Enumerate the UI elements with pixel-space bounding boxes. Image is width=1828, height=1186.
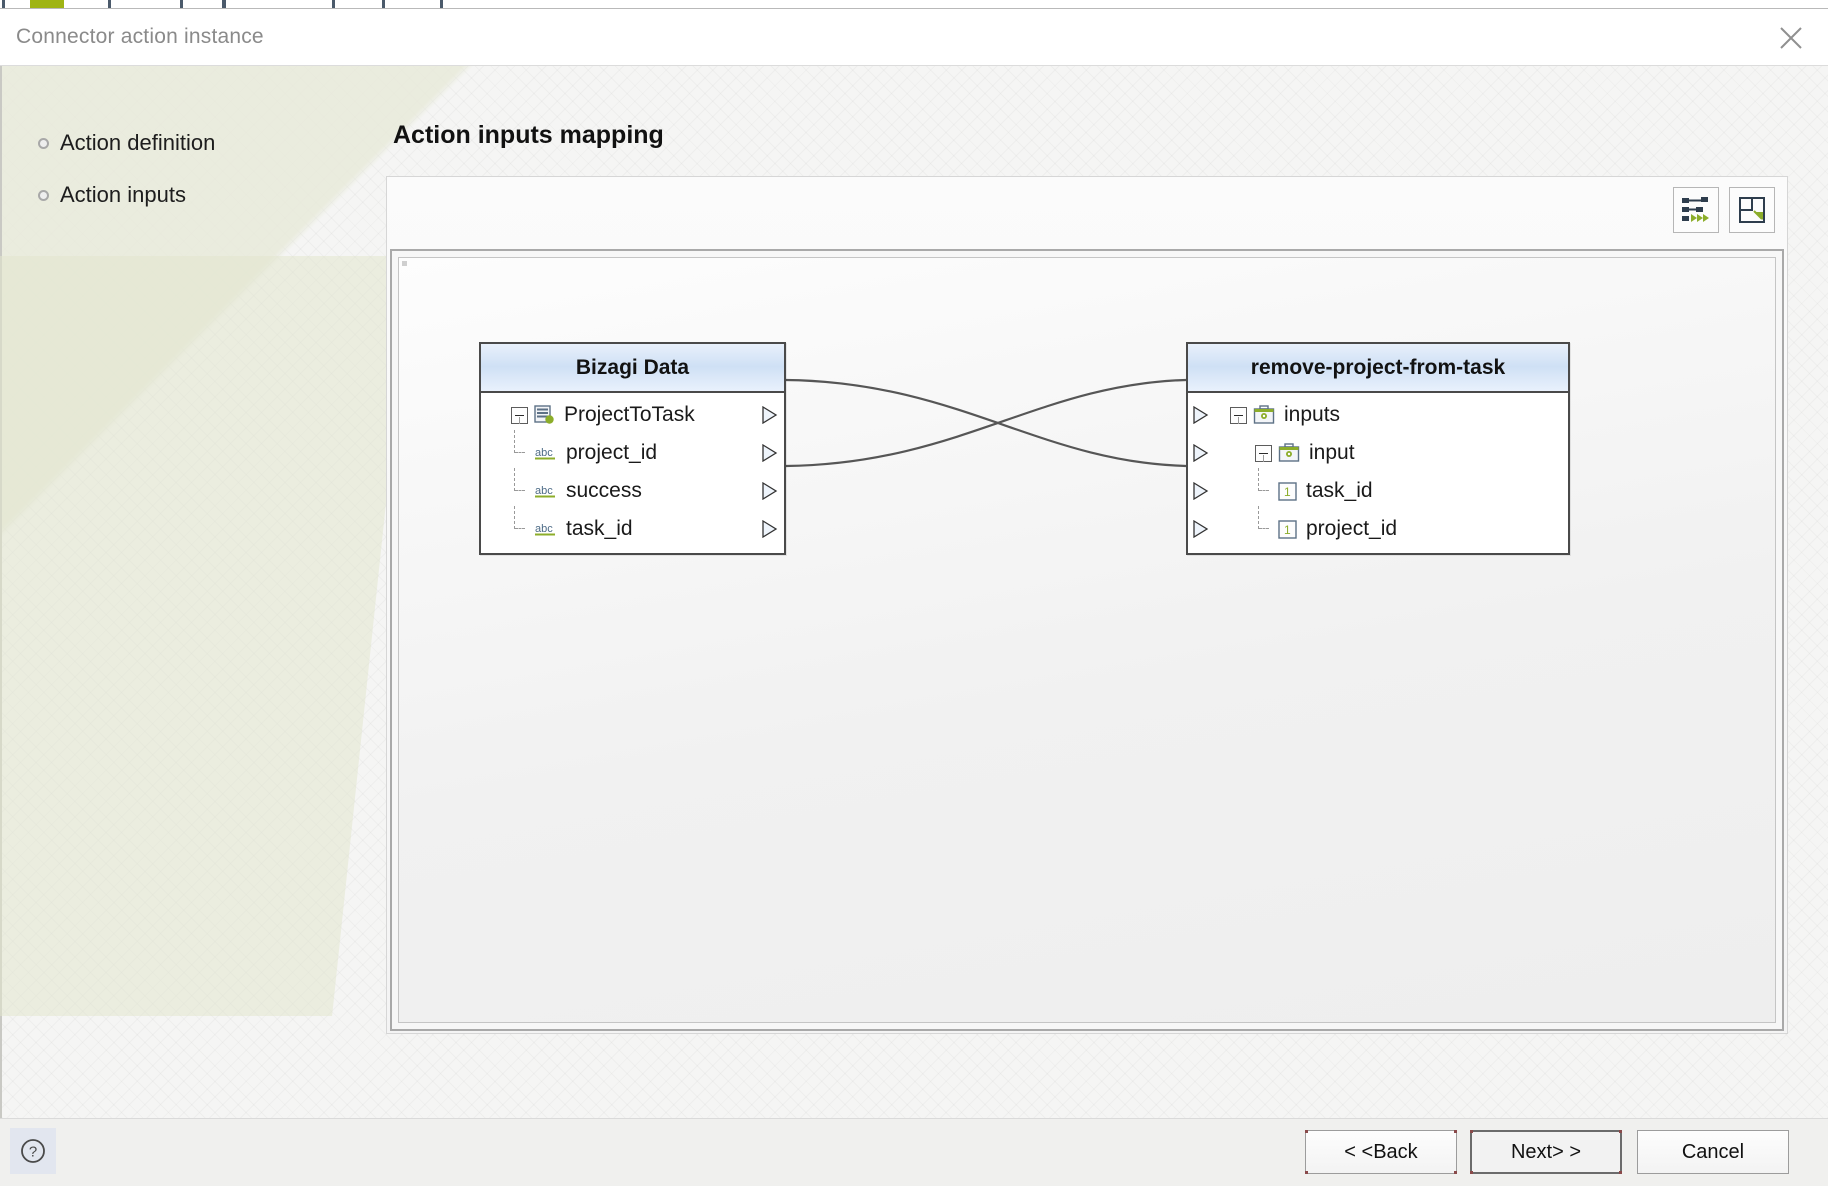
- number-1-icon: 1: [1278, 481, 1297, 501]
- tree-row-inputs[interactable]: inputs: [1188, 396, 1568, 434]
- tree-row-project-id[interactable]: abc project_id: [481, 430, 784, 472]
- briefcase-icon: [1253, 405, 1275, 425]
- help-icon: ?: [21, 1139, 45, 1163]
- next-button[interactable]: Next> >: [1470, 1130, 1622, 1174]
- source-port-success[interactable]: [761, 482, 778, 500]
- target-box-title: remove-project-from-task: [1188, 344, 1568, 393]
- dialog-footer: ? < <Back Next> > Cancel: [0, 1118, 1828, 1186]
- link-project-id: [785, 378, 1187, 468]
- title-bar: Connector action instance: [0, 9, 1828, 66]
- radio-bullet-icon: [38, 189, 49, 201]
- source-port-task-id[interactable]: [761, 520, 778, 538]
- row-label: success: [566, 479, 642, 502]
- mapping-toolbar: [1673, 187, 1775, 233]
- page-title: Action inputs mapping: [393, 121, 664, 149]
- target-port-task-id[interactable]: [1192, 482, 1209, 500]
- tree-row-projecttotask[interactable]: ProjectToTask: [481, 396, 784, 434]
- tree-row-input[interactable]: input: [1188, 434, 1568, 472]
- tree-row-task-id[interactable]: abc task_id: [481, 506, 784, 548]
- target-port-project-id[interactable]: [1192, 520, 1209, 538]
- abc-string-icon: abc: [534, 520, 557, 538]
- row-label: task_id: [1306, 479, 1373, 502]
- canvas-resize-handle[interactable]: [402, 261, 407, 266]
- dialog-body: Action definition Action inputs Action i…: [0, 66, 1828, 1118]
- window-title: Connector action instance: [16, 25, 264, 48]
- back-button-label: < <Back: [1344, 1140, 1418, 1163]
- target-port-input[interactable]: [1192, 444, 1209, 462]
- source-box-title: Bizagi Data: [481, 344, 784, 393]
- background-window-strip: [0, 0, 1828, 9]
- svg-text:1: 1: [1284, 485, 1291, 499]
- number-1-icon: 1: [1278, 519, 1297, 539]
- fit-layout-icon: [1739, 197, 1765, 223]
- briefcase-icon: [1278, 443, 1300, 463]
- collapse-toggle-icon[interactable]: [1255, 444, 1272, 462]
- radio-bullet-icon: [38, 137, 49, 149]
- connector-action-instance-window: Connector action instance Action definit…: [0, 0, 1828, 1186]
- close-button[interactable]: [1760, 9, 1822, 65]
- mapping-canvas[interactable]: Bizagi Data ProjectToTask abc project_id…: [398, 257, 1776, 1023]
- entity-icon: [534, 405, 555, 425]
- main-content: Action inputs mapping Bizagi Data Projec…: [382, 66, 1828, 1118]
- svg-text:abc: abc: [535, 523, 553, 535]
- collapse-toggle-icon[interactable]: [1230, 406, 1247, 424]
- tree-branch-icon: [1255, 506, 1278, 548]
- back-button[interactable]: < <Back: [1305, 1130, 1457, 1174]
- tree-branch-icon: [511, 430, 534, 472]
- collapse-toggle-icon[interactable]: [511, 406, 528, 424]
- next-button-label: Next> >: [1510, 1140, 1582, 1163]
- source-rows: ProjectToTask abc project_id abc success…: [481, 393, 784, 553]
- abc-string-icon: abc: [534, 482, 557, 500]
- tree-branch-icon: [511, 468, 534, 510]
- tree-branch-icon: [511, 506, 534, 548]
- target-rows: inputs input 1 task_id 1 project_id: [1188, 393, 1568, 553]
- svg-text:1: 1: [1284, 523, 1291, 537]
- target-port-inputs[interactable]: [1192, 406, 1209, 424]
- help-button[interactable]: ?: [10, 1128, 56, 1174]
- mapping-canvas-frame: Bizagi Data ProjectToTask abc project_id…: [390, 249, 1784, 1031]
- wizard-step-sidebar: Action definition Action inputs: [2, 66, 382, 1118]
- row-label: task_id: [566, 517, 633, 540]
- cancel-button-label: Cancel: [1681, 1140, 1745, 1163]
- target-mapping-box[interactable]: remove-project-from-task inputs input 1 …: [1186, 342, 1570, 555]
- abc-string-icon: abc: [534, 444, 557, 462]
- row-label: project_id: [566, 441, 658, 464]
- sidebar-item-label: Action inputs: [60, 182, 186, 207]
- svg-text:abc: abc: [535, 447, 553, 459]
- tree-row-target-project-id[interactable]: 1 project_id: [1188, 506, 1568, 548]
- svg-text:?: ?: [29, 1144, 37, 1161]
- tree-branch-icon: [1255, 468, 1278, 510]
- sidebar-item-action-definition[interactable]: Action definition: [38, 130, 215, 156]
- mapping-panel: Bizagi Data ProjectToTask abc project_id…: [386, 176, 1788, 1034]
- source-mapping-box[interactable]: Bizagi Data ProjectToTask abc project_id…: [479, 342, 786, 555]
- svg-text:abc: abc: [535, 485, 553, 497]
- auto-map-button[interactable]: [1673, 187, 1719, 233]
- tree-row-target-task-id[interactable]: 1 task_id: [1188, 468, 1568, 510]
- row-label: inputs: [1284, 403, 1341, 426]
- cancel-button[interactable]: Cancel: [1637, 1130, 1789, 1174]
- source-port-project-id[interactable]: [761, 444, 778, 462]
- row-label: ProjectToTask: [564, 403, 695, 426]
- auto-map-icon: [1682, 197, 1709, 222]
- tree-row-success[interactable]: abc success: [481, 468, 784, 510]
- sidebar-item-label: Action definition: [60, 130, 216, 155]
- close-icon: [1780, 27, 1802, 49]
- fit-layout-button[interactable]: [1729, 187, 1775, 233]
- row-label: project_id: [1306, 517, 1398, 540]
- row-label: input: [1309, 441, 1355, 464]
- link-task-id: [785, 378, 1187, 468]
- sidebar-item-action-inputs[interactable]: Action inputs: [38, 182, 186, 208]
- source-port-projecttotask[interactable]: [761, 406, 778, 424]
